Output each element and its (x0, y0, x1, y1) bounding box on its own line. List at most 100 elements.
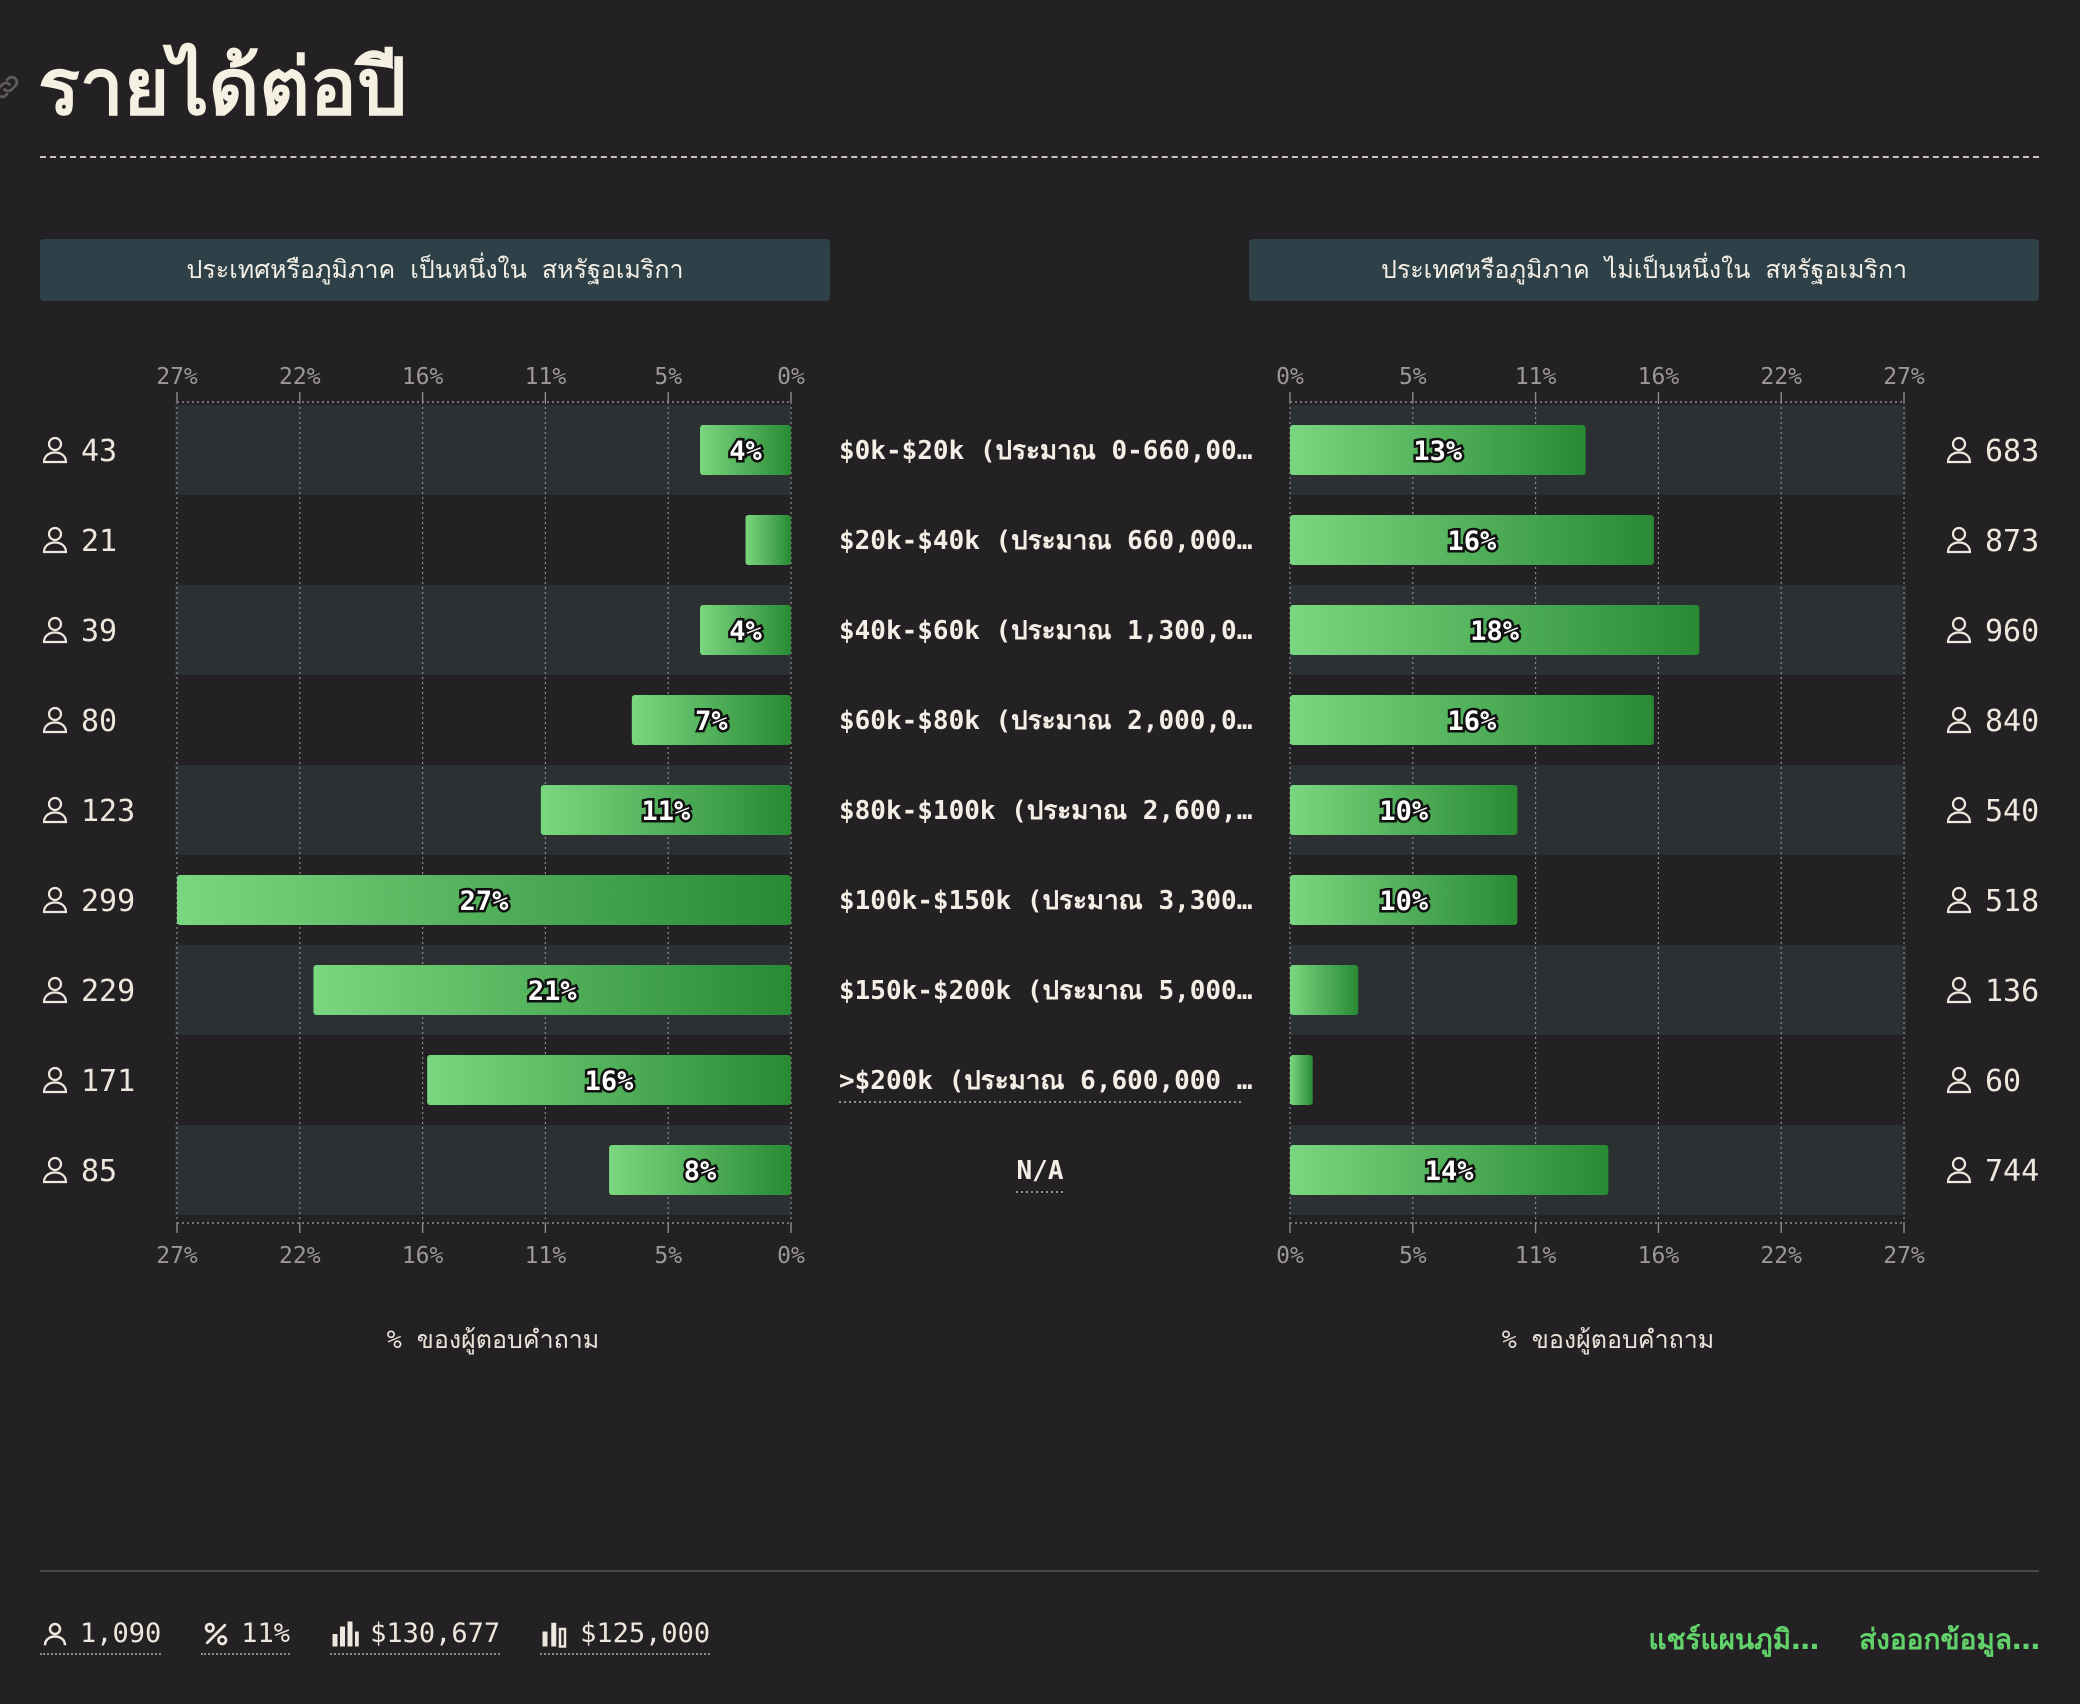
right-count-person-icon (1946, 706, 1972, 734)
person-icon-head (47, 1066, 63, 1082)
category-label: $40k-$60k (ประมาณ 1,300,0… (839, 616, 1252, 646)
median-stat[interactable]: $125,000 (540, 1618, 711, 1655)
right-tick-label-top: 27% (1883, 364, 1925, 390)
person-icon-head (47, 436, 63, 452)
right-count-person-icon (1946, 796, 1972, 824)
person-icon-head (1951, 616, 1967, 632)
left-tick-label-top: 16% (402, 364, 444, 390)
person-icon-body (1946, 811, 1972, 824)
person-icon-head (1951, 706, 1967, 722)
left-tick-label-bottom: 22% (279, 1243, 321, 1269)
person-icon-body (1946, 1081, 1972, 1094)
right-tick-label-bottom: 16% (1638, 1243, 1680, 1269)
right-count-person-icon (1946, 1066, 1972, 1094)
percent-stat[interactable]: 11% (201, 1618, 291, 1655)
left-bar-label: 4% (729, 436, 762, 467)
right-tick-label-top: 16% (1638, 364, 1680, 390)
left-count-person-icon (42, 1066, 68, 1094)
person-icon-head (1951, 1156, 1967, 1172)
right-count-person-icon (1946, 886, 1972, 914)
person-icon-head (1951, 796, 1967, 812)
person-icon-body (42, 901, 68, 914)
left-count: 80 (81, 704, 117, 739)
left-tick-label-top: 5% (654, 364, 682, 390)
person-icon-head (1951, 436, 1967, 452)
person-icon-body (42, 1171, 68, 1184)
left-tick-label-top: 27% (156, 364, 198, 390)
person-icon-body (1946, 451, 1972, 464)
left-bar-label: 27% (460, 886, 510, 917)
category-label: $150k-$200k (ประมาณ 5,000… (839, 976, 1252, 1006)
right-tick-label-bottom: 0% (1276, 1243, 1304, 1269)
left-bar-label: 11% (642, 796, 692, 827)
right-tick-label-bottom: 27% (1883, 1243, 1925, 1269)
row-band (1290, 945, 1906, 1035)
left-count: 43 (81, 434, 117, 469)
left-count: 39 (81, 614, 117, 649)
right-count-person-icon (1946, 976, 1972, 1004)
category-label: $80k-$100k (ประมาณ 2,600,… (839, 796, 1252, 826)
left-tick-label-top: 11% (525, 364, 567, 390)
category-label: >$200k (ประมาณ 6,600,000 … (839, 1066, 1252, 1096)
right-count-person-icon (1946, 526, 1972, 554)
left-bar (745, 515, 791, 565)
right-bar-label: 16% (1448, 706, 1498, 737)
left-bar-label: 4% (729, 616, 762, 647)
footer-divider (40, 1570, 2039, 1572)
left-count: 171 (81, 1064, 135, 1099)
left-tick-label-top: 22% (279, 364, 321, 390)
left-bar-label: 8% (684, 1156, 717, 1187)
right-count: 683 (1985, 434, 2039, 469)
left-tick-label-bottom: 5% (654, 1243, 682, 1269)
right-bar-label: 10% (1379, 886, 1429, 917)
right-count: 840 (1985, 704, 2039, 739)
right-tick-label-bottom: 11% (1515, 1243, 1557, 1269)
left-tick-label-top: 0% (777, 364, 805, 390)
person-icon-head (47, 526, 63, 542)
right-bar-label: 16% (1448, 526, 1498, 557)
butterfly-bar-chart: 0% 0% 5% 5% 11% 11% 16% 16% 22% 22% 27% 27% 0% 0% 5% 5%… (42, 364, 2039, 1355)
left-count-person-icon (42, 976, 68, 1004)
export-data-button[interactable]: ส่งออกข้อมูล… (1859, 1618, 2040, 1662)
right-count: 960 (1985, 614, 2039, 649)
right-tick-label-bottom: 5% (1399, 1243, 1427, 1269)
respondents-stat[interactable]: 1,090 (40, 1618, 162, 1655)
category-label: $0k-$20k (ประมาณ 0-660,00… (839, 436, 1252, 466)
left-tick-label-bottom: 0% (777, 1243, 805, 1269)
right-tick-label-top: 22% (1760, 364, 1802, 390)
right-bar-label: 10% (1379, 796, 1429, 827)
person-icon-body (1946, 901, 1972, 914)
footer-actions: แชร์แผนภูมิ… ส่งออกข้อมูล… (1648, 1618, 2040, 1662)
right-count: 136 (1985, 974, 2039, 1009)
person-icon-body (42, 451, 68, 464)
person-icon-head (1951, 1066, 1967, 1082)
left-count-person-icon (42, 436, 68, 464)
person-icon-body (1946, 1171, 1972, 1184)
left-count-person-icon (42, 1156, 68, 1184)
person-icon-head (1951, 886, 1967, 902)
left-count: 299 (81, 884, 135, 919)
left-tick-label-bottom: 27% (156, 1243, 198, 1269)
person-icon-head (47, 706, 63, 722)
person-icon-head (47, 1156, 63, 1172)
right-count: 518 (1985, 884, 2039, 919)
share-chart-button[interactable]: แชร์แผนภูมิ… (1648, 1618, 1819, 1662)
right-count-person-icon (1946, 616, 1972, 644)
right-count-person-icon (1946, 1156, 1972, 1184)
percent-icon (204, 1622, 228, 1645)
right-count: 540 (1985, 794, 2039, 829)
right-tick-label-top: 0% (1276, 364, 1304, 390)
left-count-person-icon (42, 526, 68, 554)
person-icon-body (42, 991, 68, 1004)
person-icon-body (42, 1081, 68, 1094)
mean-stat[interactable]: $130,677 (330, 1618, 501, 1655)
person-icon-body (42, 721, 68, 734)
person-icon-body (42, 811, 68, 824)
median-value: $125,000 (580, 1618, 711, 1649)
right-tick-label-top: 11% (1515, 364, 1557, 390)
right-tick-label-bottom: 22% (1760, 1243, 1802, 1269)
percent-value: 11% (241, 1618, 291, 1649)
left-bar-label: 21% (528, 976, 578, 1007)
right-count: 60 (1985, 1064, 2021, 1099)
mean-bar-icon (332, 1621, 359, 1646)
